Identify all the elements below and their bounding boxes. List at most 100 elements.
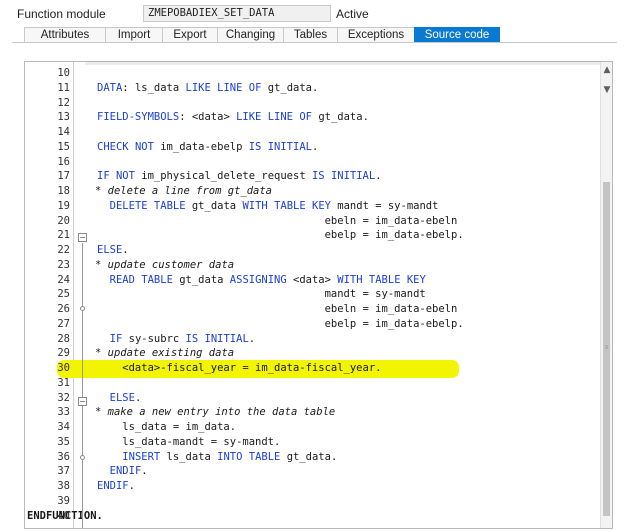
tab-changing[interactable]: Changing	[217, 27, 284, 43]
code-line[interactable]: 28 IF sy-subrc IS INITIAL.	[25, 332, 600, 347]
code-line[interactable]: 23 * update customer data	[25, 258, 600, 273]
code-line[interactable]: 17 IF NOT im_physical_delete_request IS I…	[25, 169, 600, 184]
line-number: 18	[57, 185, 70, 197]
code-text: ELSE.	[109, 391, 142, 404]
tab-underline	[12, 42, 617, 43]
line-number: 19	[57, 199, 70, 212]
code-text: ENDIF.	[109, 465, 148, 478]
code-text: ENDIF.	[97, 480, 135, 492]
line-number: 27	[57, 317, 70, 330]
code-line[interactable]: 39	[25, 494, 600, 509]
line-number: 10	[57, 67, 70, 79]
code-line[interactable]: 33 * make a new entry into the data table	[25, 405, 600, 420]
tab-import[interactable]: Import	[105, 27, 163, 43]
fold-guide	[82, 311, 83, 528]
code-line[interactable]: 34 ls_data = im_data.	[25, 420, 600, 435]
code-text: * make a new entry into the data table	[95, 406, 336, 419]
code-line[interactable]: 21 ebelp = im_data-ebelp.	[25, 228, 600, 243]
function-module-name-field[interactable]: ZMEPOBADIEX_SET_DATA	[143, 5, 331, 22]
code-text: ebelp = im_data-ebelp.	[97, 229, 464, 242]
code-text: READ TABLE gt_data ASSIGNING <data> WITH…	[109, 273, 426, 286]
code-text: INSERT ls_data INTO TABLE gt_data.	[122, 450, 338, 463]
line-number: 16	[57, 155, 70, 168]
vertical-scrollbar[interactable]: ▲ ▼ ≡	[600, 62, 612, 528]
code-text: * update existing data	[95, 347, 235, 360]
line-number: 39	[57, 494, 70, 507]
code-line[interactable]: 35 ls_data-mandt = sy-mandt.	[25, 435, 600, 450]
code-line[interactable]: 32 ELSE.	[25, 391, 600, 406]
code-line[interactable]: 20 ebeln = im_data-ebeln	[25, 214, 600, 229]
code-text: <data>-fiscal_year = im_data-fiscal_year…	[97, 362, 382, 374]
code-line[interactable]: 14	[25, 125, 600, 140]
code-text: ebelp = im_data-ebelp.	[97, 317, 464, 330]
line-number: 15	[57, 140, 70, 153]
code-line[interactable]: 11 DATA: ls_data LIKE LINE OF gt_data.	[25, 81, 600, 96]
scroll-down-icon[interactable]: ▼	[601, 84, 612, 96]
code-editor[interactable]: 10 11 DATA: ls_data LIKE LINE OF gt_data. 1…	[24, 61, 613, 529]
scroll-up-icon[interactable]: ▲	[601, 64, 612, 76]
code-line[interactable]: 38 ENDIF.	[25, 479, 600, 494]
line-number: 32	[57, 391, 70, 404]
line-number: 37	[57, 465, 70, 478]
code-text: ls_data = im_data.	[97, 421, 237, 433]
code-line[interactable]: 30 <data>-fiscal_year = im_data-fiscal_y…	[25, 361, 600, 376]
code-line[interactable]: 31	[25, 376, 600, 391]
tab-source-code[interactable]: Source code	[414, 27, 500, 43]
line-number: 34	[57, 421, 70, 433]
tab-export[interactable]: Export	[162, 27, 218, 43]
line-number: 26	[57, 303, 70, 315]
code-line[interactable]: 25 mandt = sy-mandt	[25, 287, 600, 302]
code-text: FIELD-SYMBOLS: <data> LIKE LINE OF gt_da…	[97, 111, 369, 124]
line-number: 31	[57, 376, 70, 389]
tab-tables[interactable]: Tables	[283, 27, 338, 43]
code-line[interactable]: 40 ENDFUNCTION.	[25, 509, 600, 524]
line-number: 20	[57, 214, 70, 227]
line-number: 38	[57, 480, 70, 492]
code-line[interactable]: 13 FIELD-SYMBOLS: <data> LIKE LINE OF gt_…	[25, 110, 600, 125]
function-module-header: Function module ZMEPOBADIEX_SET_DATA Act…	[0, 0, 627, 28]
code-line[interactable]: 22 ELSE.	[25, 243, 600, 258]
code-text: * update customer data	[95, 258, 235, 271]
line-number: 30	[57, 362, 70, 374]
code-text: ls_data-mandt = sy-mandt.	[97, 435, 281, 448]
function-module-label: Function module	[17, 7, 106, 21]
code-text: IF NOT im_physical_delete_request IS INI…	[97, 170, 382, 183]
code-text: CHECK NOT im_data-ebelp IS INITIAL.	[97, 140, 319, 153]
code-line[interactable]: 27 ebelp = im_data-ebelp.	[25, 317, 600, 332]
code-line[interactable]: 19 DELETE TABLE gt_data WITH TABLE KEY m…	[25, 199, 600, 214]
code-line[interactable]: 12	[25, 96, 600, 111]
line-number: 33	[57, 406, 70, 419]
line-number: 25	[57, 288, 70, 301]
line-number: 12	[57, 96, 70, 109]
line-number: 17	[57, 170, 70, 183]
code-line[interactable]: 37 ENDIF.	[25, 464, 600, 479]
code-text: ebeln = im_data-ebeln	[97, 214, 458, 227]
code-line[interactable]: 36 INSERT ls_data INTO TABLE gt_data.	[25, 450, 600, 465]
code-line[interactable]: 24 READ TABLE gt_data ASSIGNING <data> W…	[25, 273, 600, 288]
fold-branch-else-inner	[80, 455, 85, 460]
code-text: DELETE TABLE gt_data WITH TABLE KEY mand…	[109, 199, 439, 212]
line-number: 23	[57, 258, 70, 271]
code-text: IF sy-subrc IS INITIAL.	[109, 332, 256, 345]
line-number: 28	[57, 332, 70, 345]
code-text: DATA: ls_data LIKE LINE OF gt_data.	[97, 81, 319, 94]
code-line[interactable]: 10	[25, 66, 600, 81]
fold-toggle-if-subrc[interactable]: −	[78, 397, 87, 406]
code-line[interactable]: 26 ebeln = im_data-ebeln	[25, 302, 600, 317]
code-line[interactable]: 29 * update existing data	[25, 346, 600, 361]
line-number: 21	[57, 229, 70, 242]
code-line[interactable]: 16	[25, 155, 600, 170]
status-text: Active	[336, 7, 369, 21]
fold-guide	[82, 243, 83, 306]
fold-toggle-if[interactable]: −	[78, 233, 87, 242]
tab-attributes[interactable]: Attributes	[24, 27, 106, 43]
code-line[interactable]: 15 CHECK NOT im_data-ebelp IS INITIAL.	[25, 140, 600, 155]
scrollbar-grip-icon: ≡	[604, 345, 609, 351]
tab-exceptions[interactable]: Exceptions	[337, 27, 415, 43]
line-number: 35	[57, 435, 70, 448]
line-number: 13	[57, 111, 70, 124]
editor-top-strip	[25, 62, 600, 65]
line-number: 36	[57, 450, 70, 463]
code-line[interactable]: 18 * delete a line from gt_data	[25, 184, 600, 199]
code-text: * delete a line from gt_data	[95, 185, 273, 197]
